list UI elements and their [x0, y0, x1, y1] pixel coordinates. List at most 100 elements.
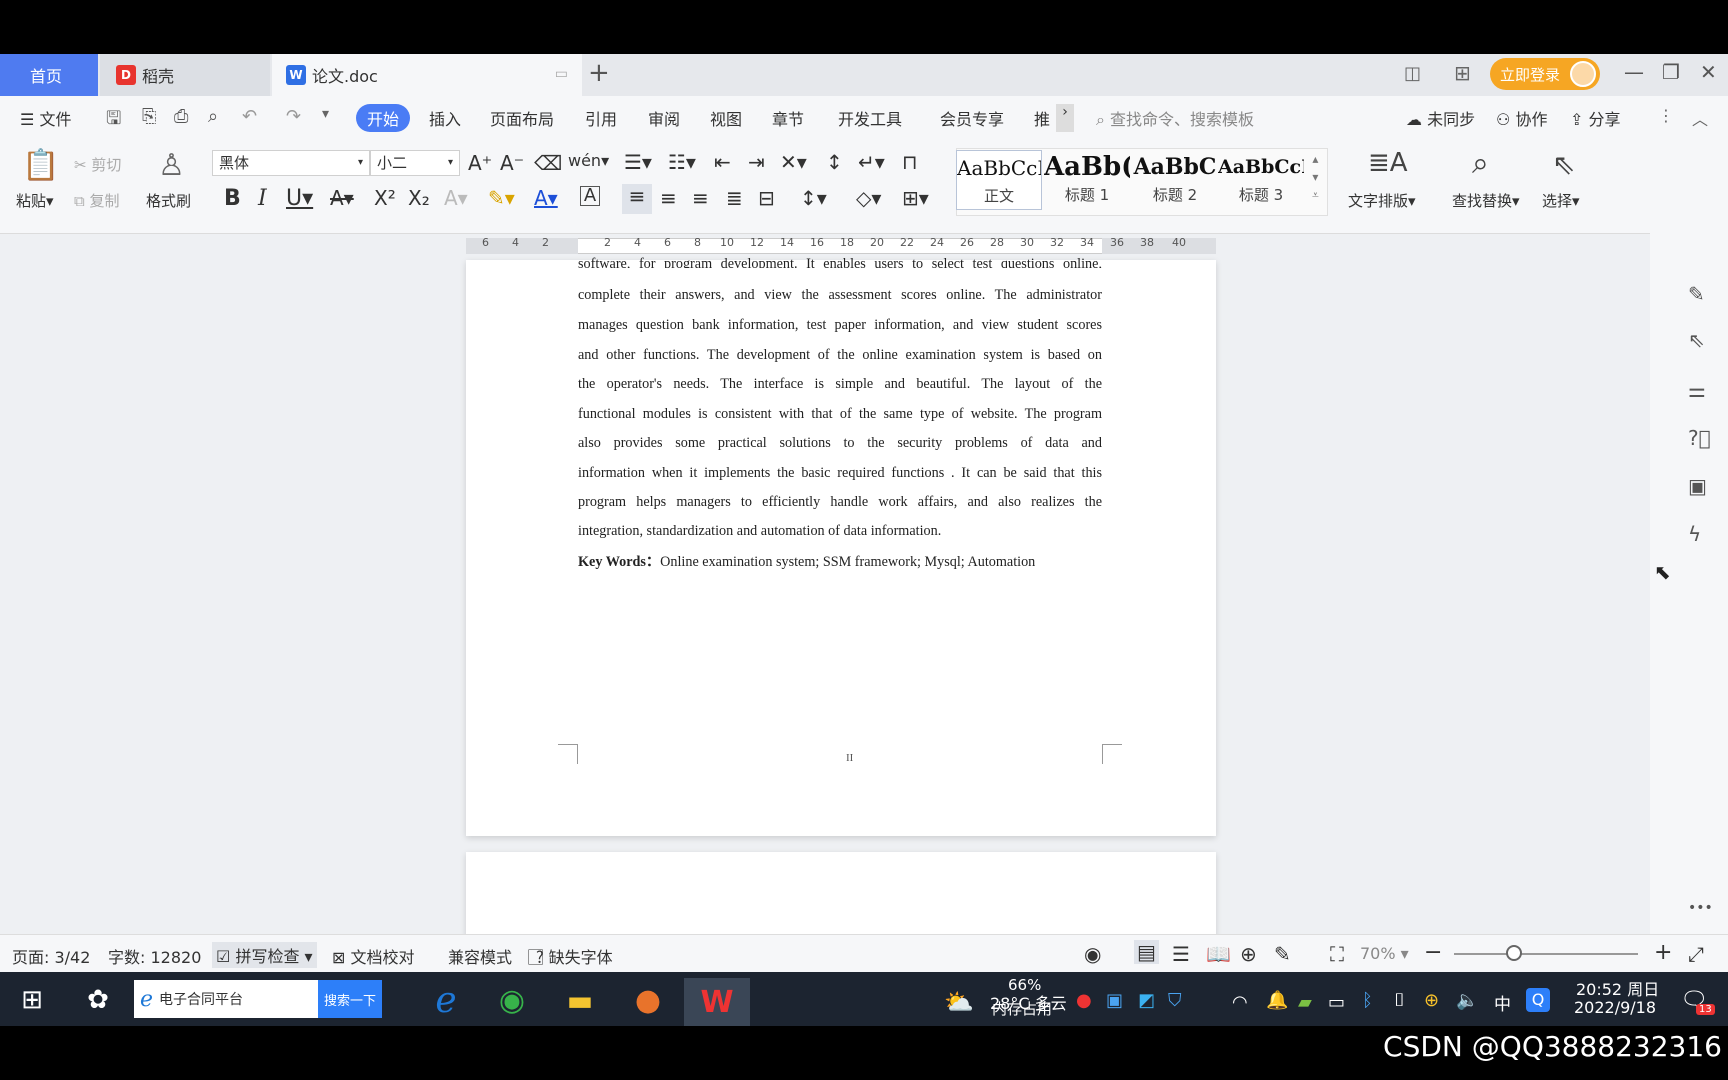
- clock-date[interactable]: 2022/9/18: [1574, 998, 1656, 1017]
- lightning-icon[interactable]: ϟ: [1688, 522, 1701, 546]
- battery-icon[interactable]: ▭: [1328, 992, 1345, 1013]
- collaborate-button[interactable]: ⚇ 协作: [1496, 106, 1547, 130]
- proofread-button[interactable]: ⊠ 文档校对: [332, 944, 415, 968]
- text-layout-icon[interactable]: ≣A: [1368, 148, 1408, 178]
- bluetooth-icon[interactable]: ᛒ: [1362, 990, 1373, 1011]
- style-heading-2[interactable]: AaBbC 标题 2: [1132, 150, 1218, 210]
- collapse-ribbon-icon[interactable]: ︿: [1692, 106, 1708, 130]
- page-view-icon[interactable]: ▤: [1134, 940, 1159, 964]
- spell-check-button[interactable]: ☑ 拼写检查 ▾: [212, 942, 317, 968]
- help-icon[interactable]: ?⃝: [1688, 426, 1711, 450]
- align-left-icon[interactable]: ≡: [622, 184, 652, 214]
- document-page-next[interactable]: [466, 852, 1216, 942]
- web-view-icon[interactable]: ⊕: [1240, 942, 1257, 966]
- tray-app-icon[interactable]: ◩: [1138, 990, 1155, 1011]
- search-tray-icon[interactable]: Q: [1526, 988, 1550, 1012]
- ime-indicator[interactable]: 中: [1494, 990, 1511, 1015]
- strikethrough-icon[interactable]: A▾: [330, 186, 354, 210]
- menu-item-dev-tools[interactable]: 开发工具: [838, 106, 902, 130]
- tray-app-icon[interactable]: ●: [1076, 990, 1092, 1011]
- windows-start-icon[interactable]: ⊞: [10, 978, 54, 1022]
- cut-button[interactable]: ✂ 剪切: [74, 154, 121, 175]
- image-tool-icon[interactable]: ▣: [1688, 474, 1707, 498]
- outline-view-icon[interactable]: ☰: [1172, 942, 1190, 966]
- wifi-icon[interactable]: ◠: [1232, 992, 1248, 1013]
- menu-item-member[interactable]: 会员专享: [940, 106, 1004, 130]
- tab-document[interactable]: W 论文.doc ▭: [272, 54, 582, 96]
- login-button[interactable]: 立即登录: [1490, 58, 1600, 90]
- bullet-list-icon[interactable]: ☰▾: [624, 150, 652, 174]
- pinyin-icon[interactable]: wén▾: [568, 151, 609, 170]
- pin-icon[interactable]: ▭: [555, 66, 568, 82]
- line-spacing-icon[interactable]: ↕▾: [800, 186, 827, 210]
- tabs-ruler-icon[interactable]: ⊓: [902, 150, 918, 174]
- menu-more-icon[interactable]: ›: [1056, 104, 1074, 132]
- text-effect-icon[interactable]: A▾: [444, 186, 468, 210]
- page-indicator[interactable]: 页面: 3/42: [12, 944, 90, 968]
- print-preview-icon[interactable]: ⌕: [208, 106, 218, 127]
- zoom-in-button[interactable]: +: [1654, 940, 1672, 965]
- line-break-icon[interactable]: ↵▾: [858, 150, 885, 174]
- styles-scroll-icon[interactable]: ▴ ▾ ⩡: [1312, 150, 1319, 204]
- find-replace-icon[interactable]: ⌕: [1472, 146, 1489, 181]
- zoom-out-button[interactable]: −: [1424, 940, 1442, 965]
- grow-font-icon[interactable]: A⁺: [468, 151, 492, 175]
- more-options-icon[interactable]: ⋮: [1658, 106, 1674, 125]
- text-layout-button[interactable]: 文字排版▾: [1348, 190, 1416, 211]
- format-painter-button[interactable]: 格式刷: [146, 190, 191, 211]
- minimize-icon[interactable]: —: [1624, 60, 1644, 84]
- font-size-select[interactable]: 小二 ▾: [370, 150, 460, 176]
- search-command[interactable]: ⌕ 查找命令、搜索模板: [1096, 106, 1254, 130]
- edit-pen-icon[interactable]: ✎: [1688, 282, 1705, 306]
- style-normal[interactable]: AaBbCcI 正文: [956, 150, 1042, 210]
- copy-button[interactable]: ⧉ 复制: [74, 190, 120, 211]
- save-icon[interactable]: 🖫: [106, 106, 121, 136]
- sort-icon[interactable]: ↕: [826, 150, 843, 174]
- char-border-icon[interactable]: A: [580, 186, 600, 206]
- bell-icon[interactable]: 🔔: [1266, 990, 1288, 1011]
- layout-icon[interactable]: ◫: [1404, 63, 1421, 84]
- more-tools-icon[interactable]: •••: [1688, 900, 1713, 916]
- format-painter-icon[interactable]: ♙: [158, 148, 185, 183]
- zoom-slider[interactable]: [1454, 953, 1638, 955]
- paste-icon[interactable]: 📋: [22, 148, 59, 183]
- share-button[interactable]: ⇪ 分享: [1570, 106, 1621, 130]
- print-icon[interactable]: ⎙: [174, 106, 188, 127]
- settings-sliders-icon[interactable]: ⚌: [1688, 378, 1706, 402]
- subscript-icon[interactable]: X₂: [408, 186, 430, 210]
- menu-item-start[interactable]: 开始: [356, 104, 410, 132]
- fullscreen-icon[interactable]: ⤢: [1688, 942, 1704, 966]
- find-replace-button[interactable]: 查找替换▾: [1452, 190, 1520, 211]
- shrink-font-icon[interactable]: A⁻: [500, 151, 524, 175]
- align-right-icon[interactable]: ≡: [692, 186, 709, 210]
- app-launcher-icon[interactable]: ✿: [76, 978, 120, 1022]
- select-pointer-icon[interactable]: ⇖: [1688, 328, 1705, 352]
- paste-button[interactable]: 粘贴▾: [16, 190, 54, 211]
- file-menu[interactable]: ☰ 文件: [20, 106, 71, 130]
- select-button[interactable]: 选择▾: [1542, 190, 1580, 211]
- browser-green-icon[interactable]: ◉: [490, 978, 534, 1022]
- borders-icon[interactable]: ⊞▾: [902, 186, 929, 210]
- menu-item-recommend[interactable]: 推: [1034, 106, 1050, 130]
- volume-icon[interactable]: 🔈: [1456, 990, 1478, 1011]
- font-color-icon[interactable]: A▾: [534, 186, 558, 210]
- wps-taskbar-icon[interactable]: W: [684, 978, 750, 1026]
- add-tab-button[interactable]: +: [588, 58, 610, 88]
- quick-access-dropdown-icon[interactable]: ▾: [322, 106, 329, 122]
- chinese-layout-icon[interactable]: ✕▾: [780, 150, 807, 174]
- shading-icon[interactable]: ◇▾: [856, 186, 881, 210]
- superscript-icon[interactable]: X²: [374, 186, 396, 210]
- eye-protect-icon[interactable]: ◉: [1084, 942, 1101, 966]
- highlight-icon[interactable]: ✎▾: [488, 186, 515, 210]
- increase-indent-icon[interactable]: ⇥: [748, 150, 765, 174]
- tab-home[interactable]: 首页: [0, 54, 98, 96]
- fit-page-icon[interactable]: ⛶: [1330, 942, 1344, 966]
- menu-item-review[interactable]: 审阅: [648, 106, 680, 130]
- undo-icon[interactable]: ↶: [242, 106, 257, 127]
- menu-item-page-layout[interactable]: 页面布局: [490, 106, 554, 130]
- tray-plus-icon[interactable]: ⊕: [1424, 990, 1439, 1011]
- taskbar-search-button[interactable]: 搜索一下: [318, 980, 382, 1018]
- menu-item-references[interactable]: 引用: [585, 106, 617, 130]
- tray-app-icon[interactable]: ▣: [1106, 990, 1123, 1011]
- menu-item-chapter[interactable]: 章节: [772, 106, 804, 130]
